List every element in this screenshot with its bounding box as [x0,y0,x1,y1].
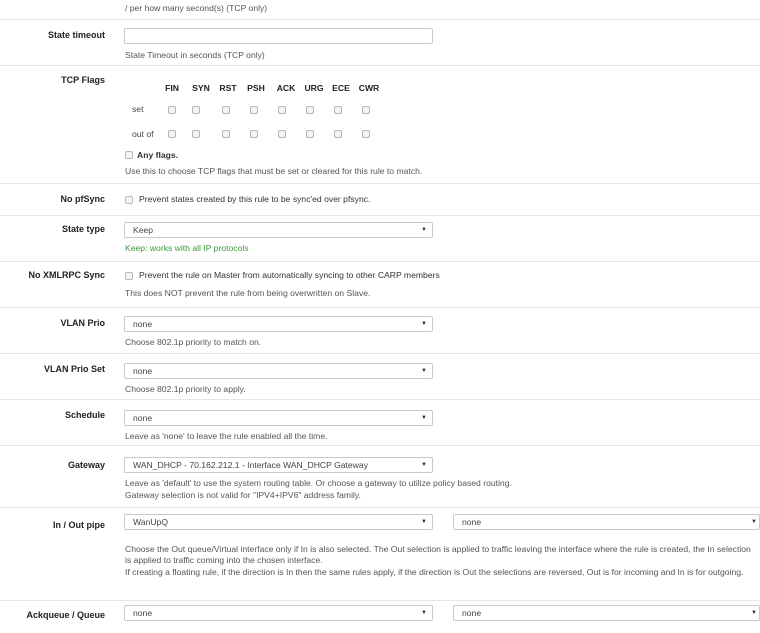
schedule-value: none [133,413,153,423]
flag-header-ece: ECE [332,83,350,93]
vlan-prio-row: VLAN Prio none ▼ Choose 802.1p priority … [0,308,760,354]
no-pfsync-text: Prevent states created by this rule to b… [139,194,371,204]
gateway-help-1: Leave as 'default' to use the system rou… [125,478,512,488]
state-timeout-help: State Timeout in seconds (TCP only) [125,50,265,60]
flag-header-cwr: CWR [358,83,380,93]
vlan-prio-set-value: none [133,366,153,376]
no-pfsync-checkbox[interactable] [125,196,133,204]
flag-header-fin: FIN [165,83,179,93]
set-ack-checkbox[interactable] [278,106,286,114]
schedule-select[interactable]: none ▼ [124,410,433,426]
no-xmlrpc-text: Prevent the rule on Master from automati… [139,270,440,280]
chevron-down-icon: ▼ [421,227,427,233]
tcp-flags-help: Use this to choose TCP flags that must b… [125,166,423,176]
no-xmlrpc-checkbox[interactable] [125,272,133,280]
ackqueue-label: Ackqueue / Queue [26,610,105,620]
chevron-down-icon: ▼ [421,519,427,525]
outof-ece-checkbox[interactable] [334,130,342,138]
vlan-prio-select[interactable]: none ▼ [124,316,433,332]
tcp-flags-label: TCP Flags [61,75,105,85]
inout-pipe-label: In / Out pipe [53,520,105,530]
vlan-prio-set-select[interactable]: none ▼ [124,363,433,379]
inout-pipe-help-1: Choose the Out queue/Virtual interface o… [125,544,751,565]
ackqueue-value: none [133,608,153,618]
outof-cwr-checkbox[interactable] [362,130,370,138]
flag-header-rst: RST [219,83,237,93]
set-syn-checkbox[interactable] [192,106,200,114]
any-flags-checkbox[interactable] [125,151,133,159]
gateway-value: WAN_DHCP - 70.162.212.1 - Interface WAN_… [133,460,368,470]
state-timeout-label: State timeout [47,30,105,40]
flag-header-psh: PSH [247,83,265,93]
gateway-label: Gateway [67,460,105,470]
queue-select[interactable]: none ▼ [453,605,760,621]
in-pipe-value: WanUpQ [133,517,169,527]
top-help-text: / per how many second(s) (TCP only) [125,3,268,13]
set-urg-checkbox[interactable] [306,106,314,114]
outof-syn-checkbox[interactable] [192,130,200,138]
state-timeout-input[interactable] [124,28,433,44]
any-flags-label: Any flags. [137,150,179,160]
schedule-row: Schedule none ▼ Leave as 'none' to leave… [0,400,760,446]
state-type-label: State type [61,224,105,234]
gateway-select[interactable]: WAN_DHCP - 70.162.212.1 - Interface WAN_… [124,457,433,473]
schedule-label: Schedule [64,410,105,420]
top-partial-row: / per how many second(s) (TCP only) [0,0,760,20]
chevron-down-icon: ▼ [421,462,427,468]
chevron-down-icon: ▼ [751,610,757,616]
vlan-prio-value: none [133,319,153,329]
out-pipe-value: none [462,517,482,527]
vlan-prio-set-label: VLAN Prio Set [43,364,105,374]
vlan-prio-set-row: VLAN Prio Set none ▼ Choose 802.1p prior… [0,354,760,400]
schedule-help: Leave as 'none' to leave the rule enable… [125,431,328,441]
outof-rst-checkbox[interactable] [222,130,230,138]
in-pipe-select[interactable]: WanUpQ ▼ [124,514,433,530]
chevron-down-icon: ▼ [421,321,427,327]
state-type-help: Keep: works with all IP protocols [125,243,249,253]
queue-value: none [462,608,482,618]
vlan-prio-set-help: Choose 802.1p priority to apply. [125,384,246,394]
outof-psh-checkbox[interactable] [250,130,258,138]
chevron-down-icon: ▼ [421,610,427,616]
inout-pipe-help-2: If creating a floating rule, if the dire… [125,567,744,577]
vlan-prio-help: Choose 802.1p priority to match on. [125,337,262,347]
state-timeout-row: State timeout State Timeout in seconds (… [0,20,760,66]
flag-header-ack: ACK [276,83,296,93]
chevron-down-icon: ▼ [421,368,427,374]
no-pfsync-label: No pfSync [60,194,105,204]
chevron-down-icon: ▼ [421,415,427,421]
flag-header-urg: URG [304,83,324,93]
no-xmlrpc-help: This does NOT prevent the rule from bein… [125,288,371,298]
no-xmlrpc-label: No XMLRPC Sync [28,270,105,280]
ackqueue-row: Ackqueue / Queue none ▼ none ▼ [0,601,760,633]
out-pipe-select[interactable]: none ▼ [453,514,760,530]
state-type-select[interactable]: Keep ▼ [124,222,433,238]
outof-ack-checkbox[interactable] [278,130,286,138]
set-cwr-checkbox[interactable] [362,106,370,114]
outof-urg-checkbox[interactable] [306,130,314,138]
gateway-help-2: Gateway selection is not valid for "IPV4… [125,490,361,500]
gateway-row: Gateway WAN_DHCP - 70.162.212.1 - Interf… [0,446,760,508]
set-psh-checkbox[interactable] [250,106,258,114]
ackqueue-select[interactable]: none ▼ [124,605,433,621]
inout-pipe-row: In / Out pipe WanUpQ ▼ none ▼ Choose the… [0,508,760,601]
state-type-row: State type Keep ▼ Keep: works with all I… [0,216,760,262]
vlan-prio-label: VLAN Prio [60,318,105,328]
set-rst-checkbox[interactable] [222,106,230,114]
state-type-value: Keep [133,225,154,235]
set-fin-checkbox[interactable] [168,106,176,114]
flags-set-label: set [132,104,144,114]
no-pfsync-row: No pfSync Prevent states created by this… [0,184,760,216]
no-xmlrpc-row: No XMLRPC Sync Prevent the rule on Maste… [0,262,760,308]
outof-fin-checkbox[interactable] [168,130,176,138]
flag-header-syn: SYN [192,83,210,93]
set-ece-checkbox[interactable] [334,106,342,114]
flags-outof-label: out of [132,129,154,139]
chevron-down-icon: ▼ [751,519,757,525]
